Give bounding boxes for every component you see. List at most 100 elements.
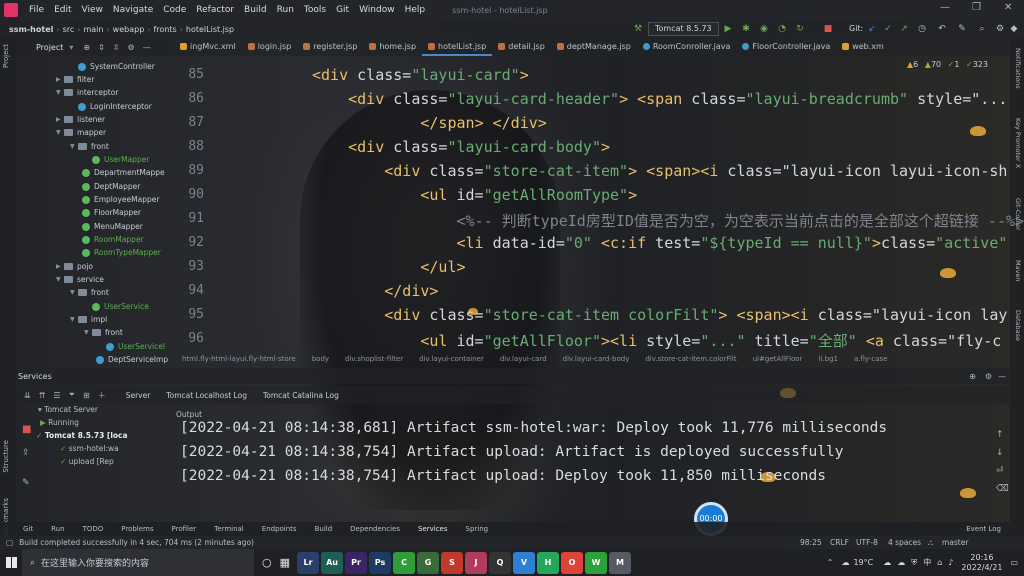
minimize-icon[interactable]: — [940,2,950,13]
toolwindow-services[interactable]: Services [409,525,457,533]
tree-item[interactable]: SystemController [78,60,155,73]
undo-icon[interactable]: ↶ [936,23,948,35]
menu-git[interactable]: Git [331,5,354,15]
toolwindow-build[interactable]: Build [306,525,342,533]
clear-icon[interactable]: ⌫ [996,484,1009,494]
code-line[interactable]: <%-- 判断typeId房型ID值是否为空，为空表示当前点击的是全部这个超链接… [312,210,1024,231]
html-crumb[interactable]: div.layui-card-body [555,355,638,363]
caret-position[interactable]: 98:25 [800,538,822,547]
toolwindow-terminal[interactable]: Terminal [205,525,253,533]
tab-springmvc-xml[interactable]: ingMvc.xml [174,38,242,56]
code-line[interactable]: <ul id="getAllRoomType"> [312,186,637,204]
tree-item[interactable]: DepartmentMappe [82,166,165,179]
tray-app-icon[interactable]: ☁ [897,558,905,567]
project-panel-title[interactable]: Project [36,43,63,52]
taskbar-search-box[interactable]: ⌕ 在这里输入你要搜索的内容 [22,549,254,576]
menu-tools[interactable]: Tools [299,5,331,15]
taskbar-clock[interactable]: 20:16 2022/4/21 [961,553,1002,573]
tree-item[interactable]: DeptServiceImp [96,353,168,366]
taskbar-app-icon[interactable]: M [609,551,632,574]
html-crumb[interactable]: a.fly-case [846,355,896,363]
ime-icon[interactable]: 中 [923,557,931,568]
notifications-button[interactable]: Notifications [1014,48,1022,89]
history-icon[interactable]: ◷ [916,23,928,35]
hide-icon[interactable]: — [143,43,151,52]
toolwindow-endpoints[interactable]: Endpoints [253,525,306,533]
notification-icon[interactable]: ▭ [1010,558,1018,567]
run-configuration-select[interactable]: Tomcat 8.5.73 [648,22,719,36]
indent-setting[interactable]: 4 spaces [888,538,921,547]
database-button[interactable]: Database [1014,310,1022,341]
taskbar-app-icon[interactable]: G [417,551,440,574]
toolwindow-profiler[interactable]: Profiler [163,525,206,533]
breadcrumb-file[interactable]: hotelList.jsp [183,25,237,34]
toolwindow-run[interactable]: Run [42,525,73,533]
tree-item[interactable]: UserMapper [92,153,149,166]
line-number[interactable]: 86 [174,91,204,106]
tab-server[interactable]: Server [118,391,159,400]
html-crumb[interactable]: html.fly-html-layui.fly-html-store [174,355,304,363]
menu-view[interactable]: View [77,5,108,15]
tree-item[interactable]: UserServiceI [106,340,165,353]
wrench-icon[interactable]: ✎ [22,478,30,488]
expand-all-icon[interactable]: ⇊ [24,391,31,400]
code-line[interactable]: <div class="store-cat-item"> <span><i cl… [312,162,1007,180]
tab-tomcat-localhost-log[interactable]: Tomcat Localhost Log [158,391,255,400]
rerun-icon[interactable]: ↻ [794,23,806,35]
close-icon[interactable]: ✕ [1004,2,1012,13]
tree-item-artifact-war[interactable]: ✓ ssm-hotel:wa [60,443,119,455]
taskbar-app-icon[interactable]: W [585,551,608,574]
taskbar-app-icon[interactable]: Q [489,551,512,574]
add-icon[interactable]: ⊕ [969,372,976,381]
code-line[interactable]: <ul id="getAllFloor"><li style="..." tit… [312,330,1001,351]
git-update-icon[interactable]: ↙ [866,23,878,35]
tree-item[interactable]: FloorMapper [82,206,141,219]
tree-item[interactable]: MenuMapper [82,220,143,233]
tree-item[interactable]: ▼ front [70,286,109,299]
tree-item[interactable]: DeptMapper [82,180,140,193]
tree-item-tomcat-server[interactable]: ▾ Tomcat Server [38,404,98,416]
breadcrumb-project[interactable]: ssm-hotel [6,25,56,34]
menu-edit[interactable]: Edit [49,5,76,15]
code-editor[interactable]: ▲6 ▲70 ✓1 ✓323 85 <div class="layui-card"… [174,56,1024,351]
task-view-icon[interactable]: ○ [262,556,272,569]
inspection-widget[interactable]: ▲6 ▲70 ✓1 ✓323 [907,60,988,69]
toolwindow-spring[interactable]: Spring [457,525,498,533]
collapse-all-icon[interactable]: ⇳ [113,43,120,52]
restore-icon[interactable]: ❐ [972,2,981,13]
taskbar-app-icon[interactable]: Lr [297,551,320,574]
debug-icon[interactable]: ✱ [740,23,752,35]
line-number[interactable]: 92 [174,235,204,250]
stop-icon[interactable]: ■ [822,23,834,35]
scroll-down-icon[interactable]: ↓ [996,448,1004,458]
locate-icon[interactable]: ⊕ [83,43,90,52]
taskbar-app-icon[interactable]: Au [321,551,344,574]
volume-icon[interactable]: ♪ [948,558,953,567]
tree-item[interactable]: ▼ mapper [56,126,106,139]
widgets-icon[interactable]: ▦ [280,556,290,569]
taskbar-app-icon[interactable]: V [513,551,536,574]
line-number[interactable]: 89 [174,163,204,178]
taskbar-app-icon[interactable]: O [561,551,584,574]
key-promoter-button[interactable]: Key Promoter X [1014,118,1022,168]
breadcrumb-fronts[interactable]: fronts [150,25,179,34]
menu-file[interactable]: File [24,5,49,15]
line-number[interactable]: 90 [174,187,204,202]
breadcrumb-main[interactable]: main [80,25,106,34]
menu-refactor[interactable]: Refactor [191,5,239,15]
html-crumb[interactable]: ul#getAllFloor [745,355,811,363]
search-icon[interactable]: ⌕ [976,23,988,35]
html-crumb[interactable]: div.store-cat-item.colorFilt [637,355,744,363]
toolwindow-todo[interactable]: TODO [74,525,113,533]
menu-run[interactable]: Run [272,5,299,15]
code-line[interactable]: </span> </div> [312,114,546,132]
tab-floorcontroller-java[interactable]: FloorController.java [736,38,836,56]
taskbar-app-icon[interactable]: J [465,551,488,574]
tree-item[interactable]: ▶ filter [56,73,94,86]
group-icon[interactable]: ☰ [53,391,60,400]
tree-item[interactable]: ▼ interceptor [56,86,118,99]
html-crumb[interactable]: div.shoplist-filter [337,355,411,363]
add-service-icon[interactable]: ＋ [98,390,106,401]
layout-icon[interactable]: ⊞ [83,391,90,400]
chevron-down-icon[interactable]: ▾ [69,43,73,52]
